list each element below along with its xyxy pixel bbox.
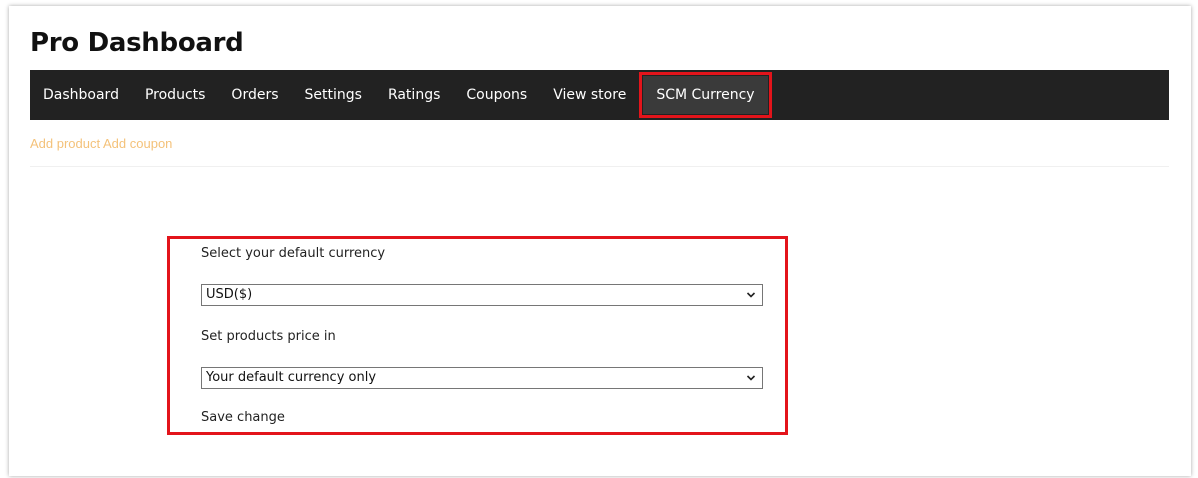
price-in-value: Your default currency only <box>206 370 377 385</box>
price-in-label: Set products price in <box>201 329 336 344</box>
save-change-button[interactable]: Save change <box>201 410 285 425</box>
quick-links: Add product Add coupon <box>30 136 172 151</box>
nav-item-ratings[interactable]: Ratings <box>375 87 453 103</box>
chevron-down-icon <box>746 285 756 312</box>
divider <box>30 166 1169 167</box>
default-currency-select[interactable]: USD($) <box>201 284 763 306</box>
default-currency-label: Select your default currency <box>201 246 386 261</box>
add-product-link[interactable]: Add product <box>30 136 100 151</box>
add-coupon-link[interactable]: Add coupon <box>103 136 172 151</box>
nav-item-coupons[interactable]: Coupons <box>453 87 540 103</box>
default-currency-value: USD($) <box>206 287 253 302</box>
page-title: Pro Dashboard <box>30 28 244 58</box>
chevron-down-icon <box>746 368 756 395</box>
nav-item-scm-currency[interactable]: SCM Currency <box>639 72 772 118</box>
nav-item-view-store[interactable]: View store <box>540 87 639 103</box>
main-navbar: Dashboard Products Orders Settings Ratin… <box>30 70 1169 120</box>
nav-item-dashboard[interactable]: Dashboard <box>30 87 132 103</box>
nav-item-orders[interactable]: Orders <box>218 87 291 103</box>
price-in-select[interactable]: Your default currency only <box>201 367 763 389</box>
nav-item-products[interactable]: Products <box>132 87 218 103</box>
nav-item-settings[interactable]: Settings <box>292 87 375 103</box>
